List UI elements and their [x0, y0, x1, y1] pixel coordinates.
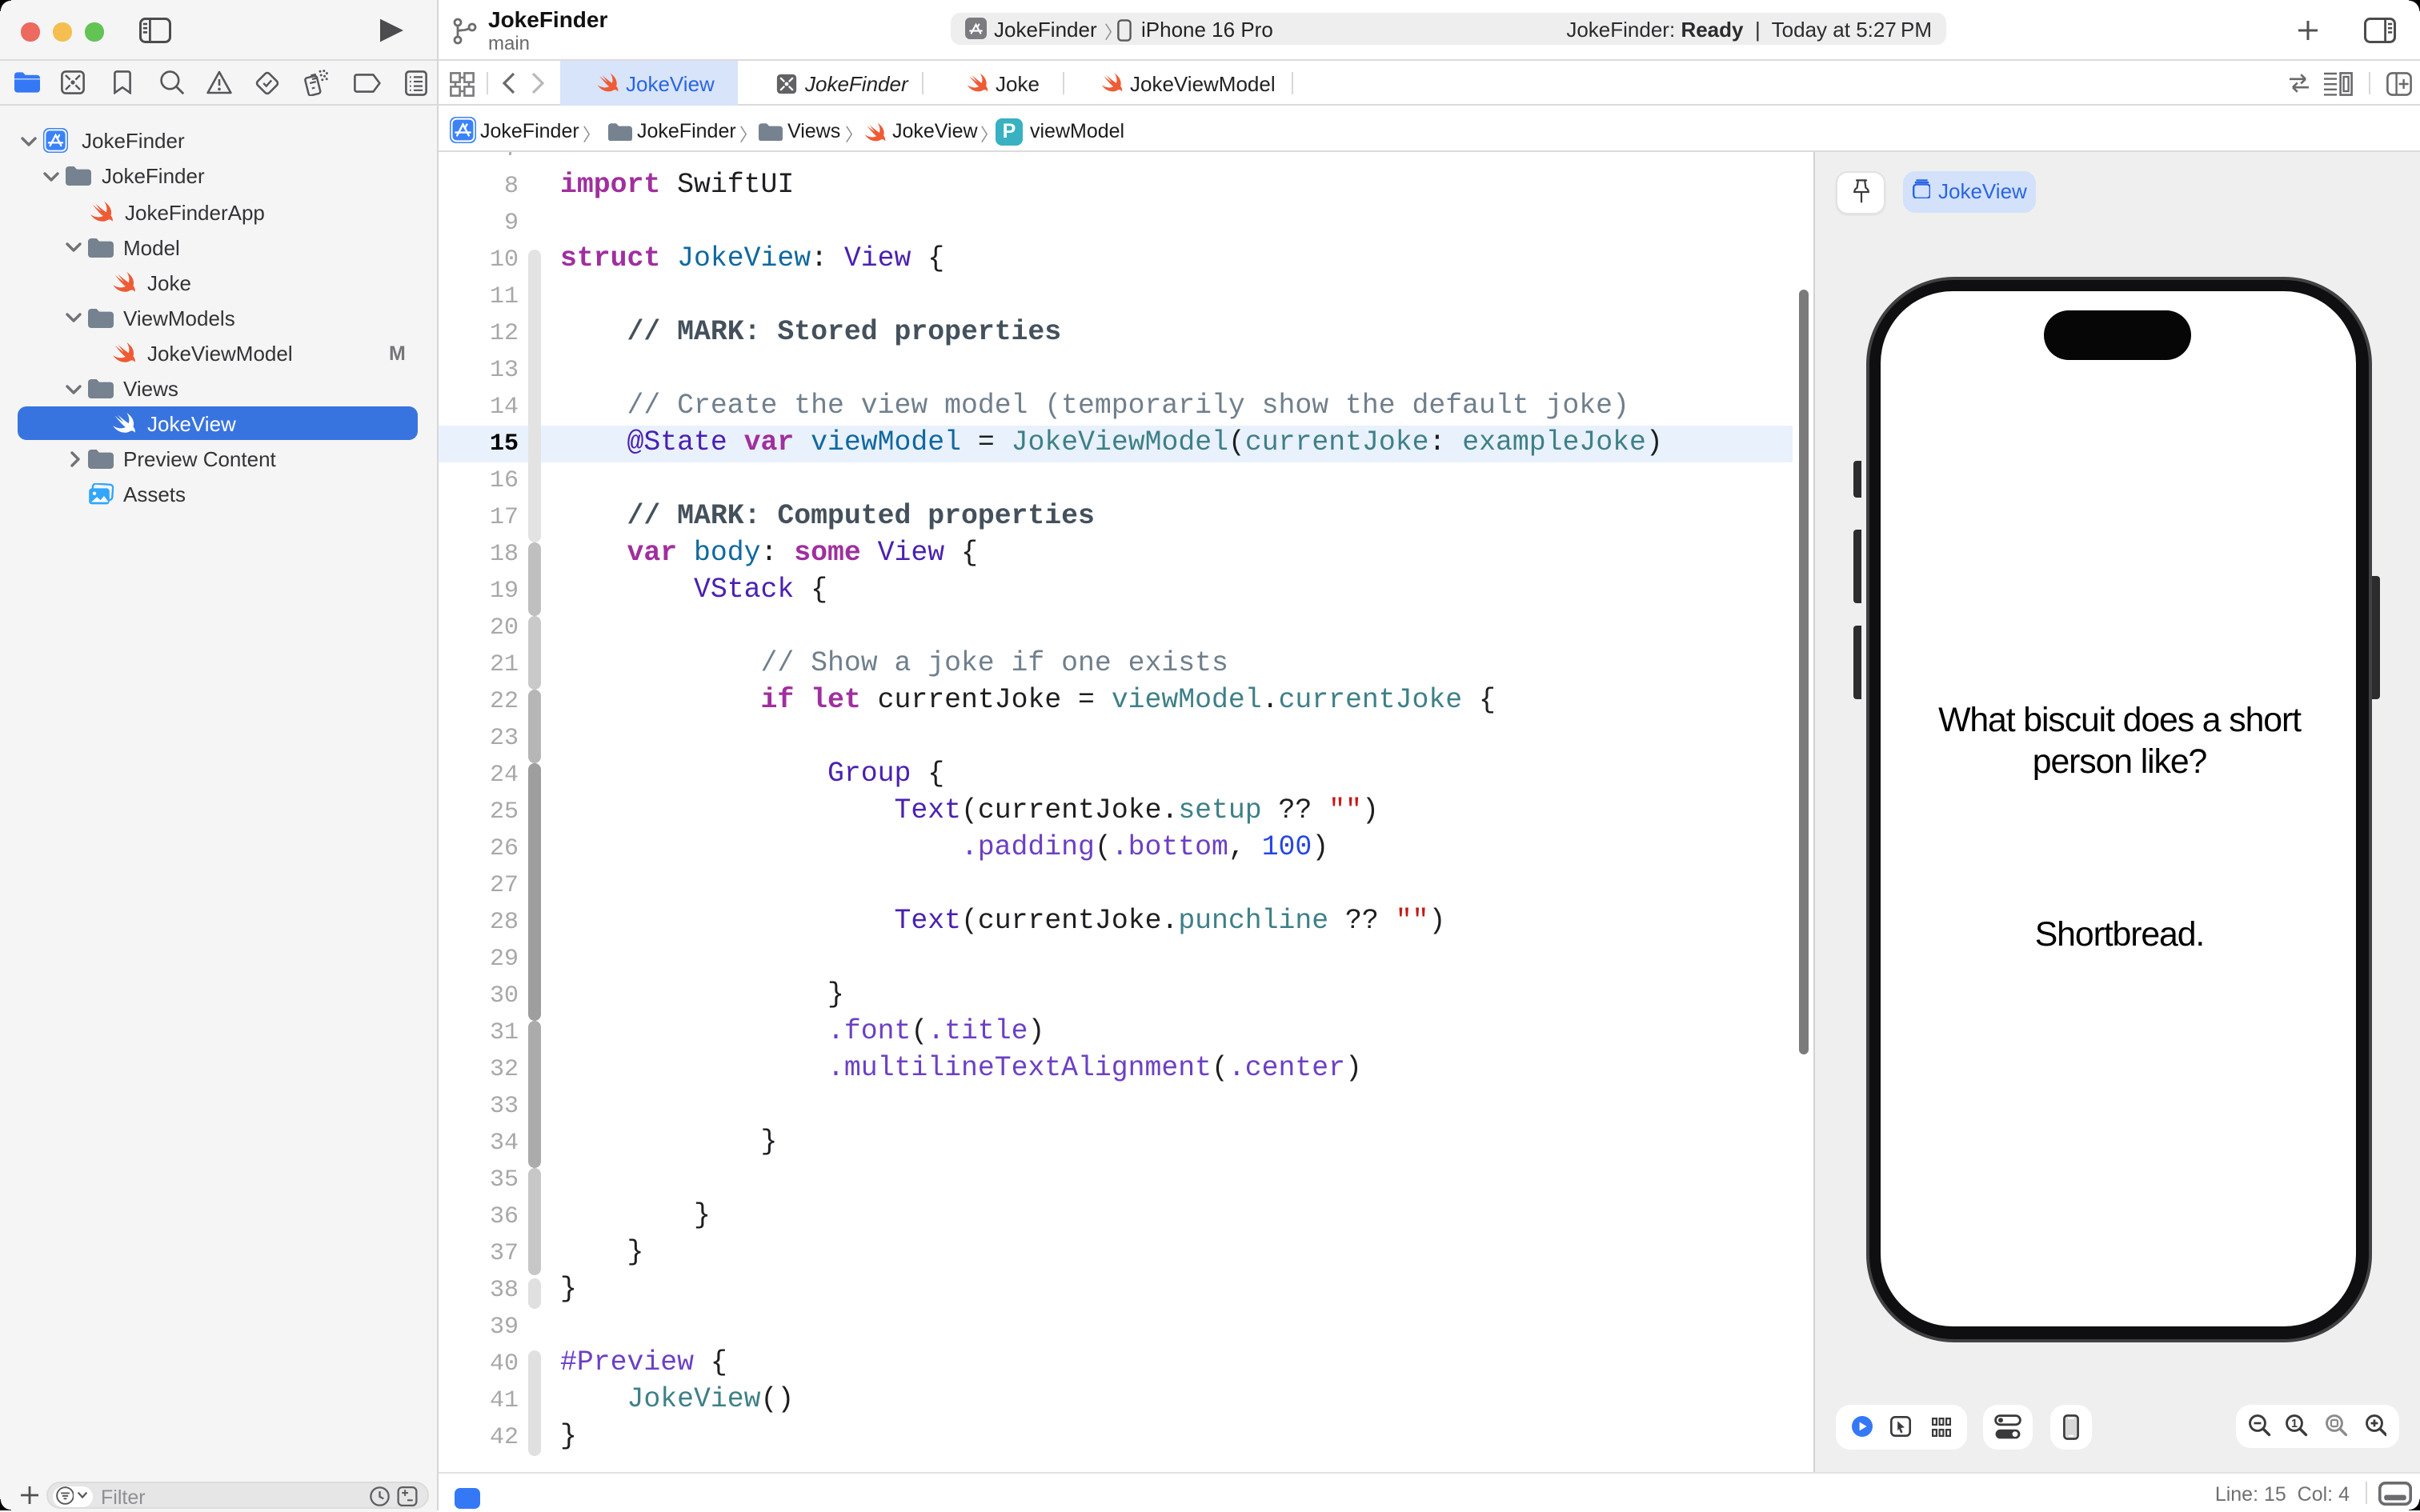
svg-text:1: 1 — [2291, 1418, 2298, 1430]
